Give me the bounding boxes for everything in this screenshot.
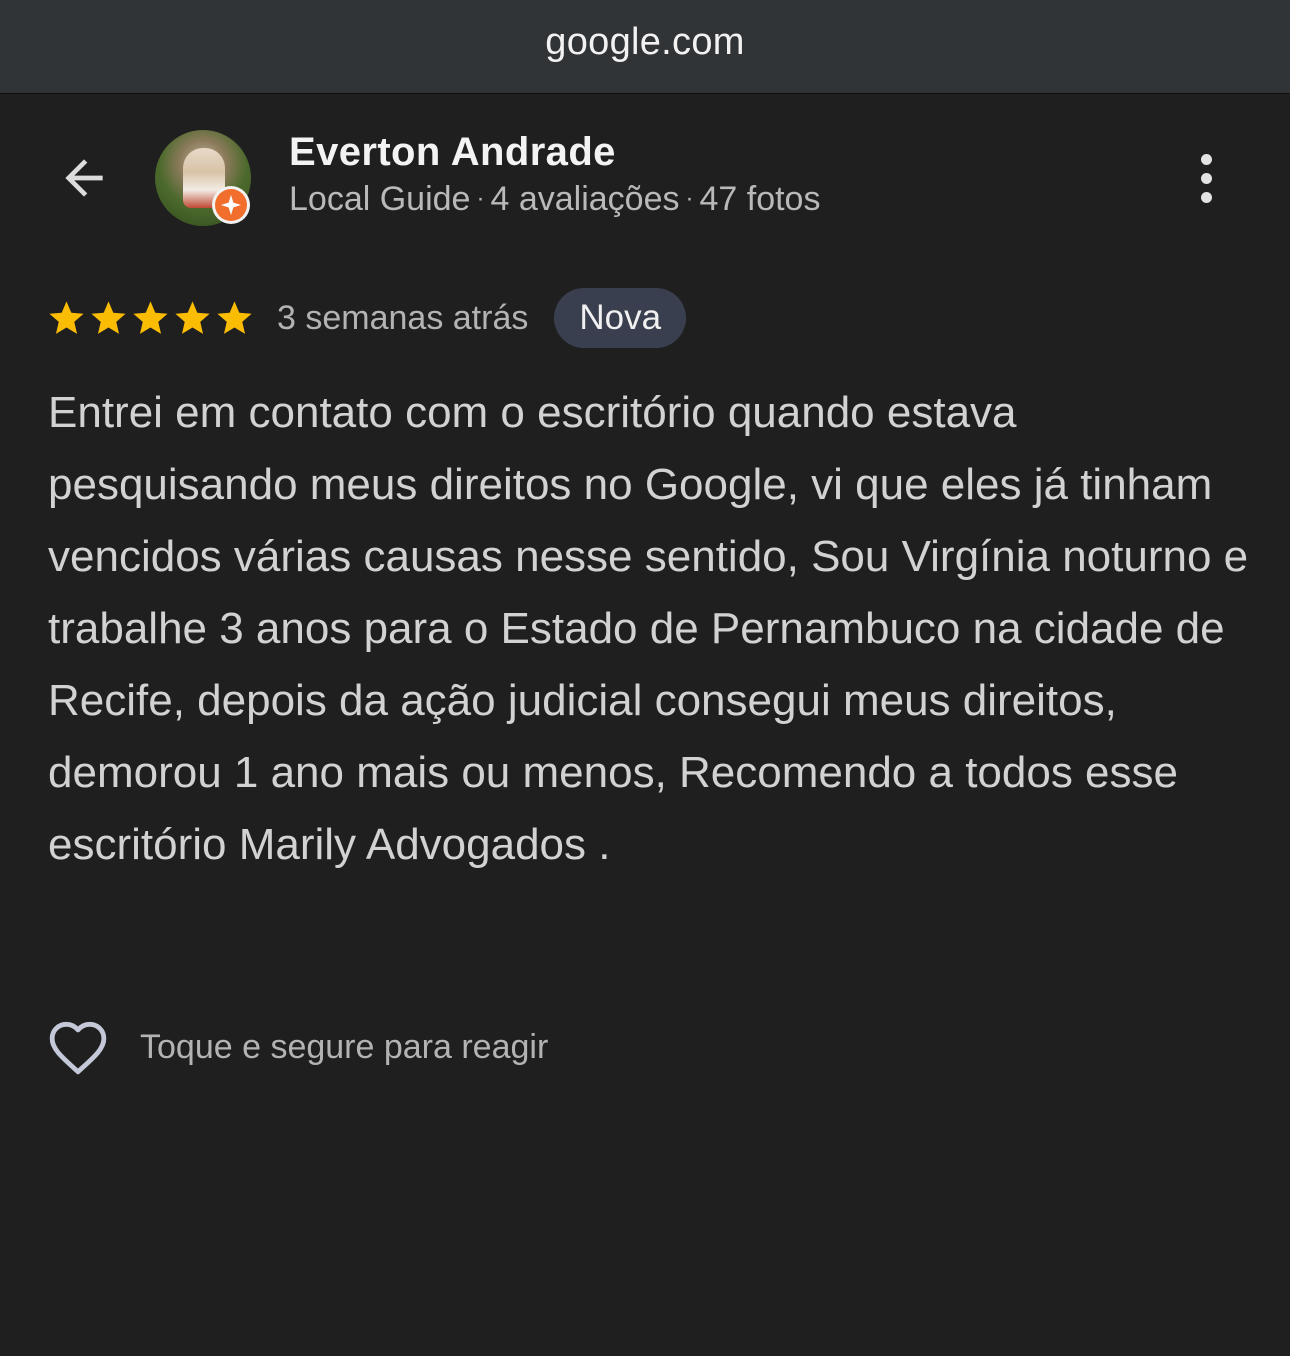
rating-row: 3 semanas atrás Nova (46, 287, 687, 349)
reviewer-photo-count: 47 fotos (699, 180, 821, 218)
reviewer-meta: Local Guide · 4 avaliações · 47 fotos (289, 180, 820, 219)
react-label: Toque e segure para reagir (140, 1027, 549, 1066)
star-icon (175, 300, 210, 334)
star-icon (217, 300, 252, 334)
reviewer-review-count: 4 avaliações (490, 180, 680, 218)
browser-url-bar[interactable]: google.com (0, 0, 1290, 94)
arrow-left-icon (65, 159, 103, 197)
url-text: google.com (545, 21, 745, 63)
reviewer-badge-label: Local Guide (289, 180, 471, 218)
review-text: Entrei em contato com o escritório quand… (48, 388, 1249, 869)
more-vert-icon (1200, 153, 1212, 165)
react-button[interactable]: Toque e segure para reagir (46, 1014, 548, 1080)
meta-separator: · (476, 185, 485, 212)
meta-separator: · (685, 185, 694, 212)
star-icon (133, 300, 168, 334)
review-time: 3 semanas atrás (277, 298, 529, 337)
reviewer-name[interactable]: Everton Andrade (289, 130, 616, 175)
back-button[interactable] (50, 144, 118, 212)
more-options-button[interactable] (1180, 146, 1232, 210)
new-badge: Nova (554, 288, 687, 348)
local-guide-star-icon (220, 194, 242, 216)
heart-outline-icon (49, 1021, 107, 1075)
star-icon (91, 300, 126, 334)
star-rating (46, 298, 255, 339)
review-detail-page: Everton Andrade Local Guide · 4 avaliações… (0, 94, 1290, 1356)
local-guide-badge (212, 186, 250, 224)
star-icon (49, 300, 84, 334)
